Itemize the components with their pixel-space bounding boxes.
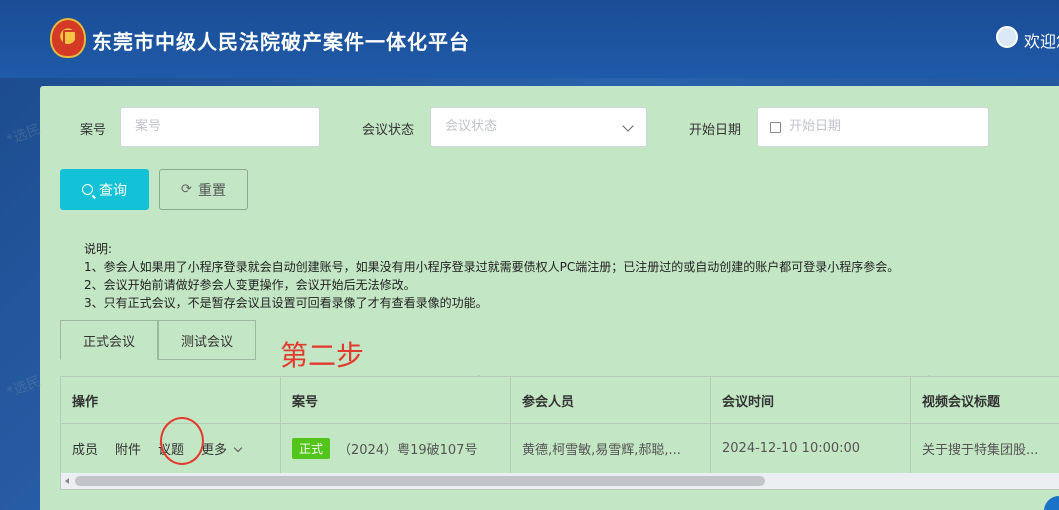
horizontal-scrollbar[interactable]	[61, 473, 1059, 489]
query-button[interactable]: 查询	[60, 169, 149, 210]
column-header: 操作	[61, 377, 281, 424]
scroll-thumb[interactable]	[75, 476, 765, 486]
table-cell-title: 关于搜于特集团股...	[922, 443, 1039, 458]
start-date-placeholder: 开始日期	[789, 119, 842, 134]
instructions-title: 说明:	[84, 242, 113, 256]
more-dropdown[interactable]: 更多	[201, 439, 243, 458]
members-link[interactable]: 成员	[72, 439, 98, 458]
chevron-down-icon	[233, 443, 243, 453]
reset-button-label: 重置	[197, 182, 226, 199]
annotation-step-two: 第二步	[280, 339, 365, 372]
case-no-input-wrap[interactable]	[120, 107, 320, 147]
more-label: 更多	[201, 443, 228, 458]
instructions-line: 1、参会人如果用了小程序登录就会自动创建账号，如果没有用小程序登录过就需要债权人…	[84, 260, 900, 274]
case-no-value: （2024）粤19破107号	[338, 443, 478, 458]
start-date-label: 开始日期	[689, 123, 742, 138]
table-cell-attendees: 黄德,柯雪敏,易雪辉,郝聪,...	[511, 424, 711, 473]
start-date-input[interactable]: 开始日期	[757, 107, 989, 147]
refresh-icon: ⟳	[181, 182, 192, 197]
table-cell-time: 2024-12-10 10:00:00	[711, 424, 911, 473]
status-label: 会议状态	[362, 123, 415, 138]
column-header: 参会人员	[511, 377, 711, 424]
case-no-input[interactable]	[135, 108, 305, 145]
instructions-line: 2、会议开始前请做好参会人变更操作，会议开始后无法修改。	[84, 278, 416, 292]
status-placeholder: 会议状态	[445, 119, 498, 134]
instructions-line: 3、只有正式会议，不是暂存会议且设置可回看录像了才有查看录像的功能。	[84, 296, 488, 310]
chevron-down-icon	[622, 120, 634, 132]
tab-formal-meeting[interactable]: 正式会议	[60, 320, 159, 360]
search-icon	[82, 184, 93, 195]
court-emblem-icon	[50, 18, 86, 58]
column-header: 会议时间	[711, 377, 911, 424]
watermark: *选民	[4, 121, 44, 149]
header-bar: 东莞市中级人民法院破产案件一体化平台 欢迎您	[0, 0, 1059, 78]
reset-button[interactable]: ⟳ 重置	[159, 169, 248, 210]
table-cell-case-no: 正式 （2024）粤19破107号	[281, 424, 511, 473]
case-no-label: 案号	[80, 123, 107, 138]
query-button-label: 查询	[99, 182, 127, 199]
user-avatar-icon[interactable]	[996, 26, 1018, 48]
calendar-icon	[770, 122, 781, 133]
scroll-left-icon[interactable]	[65, 478, 69, 484]
column-header: 视频会议标题	[911, 377, 1059, 424]
meeting-table: 操作 案号 参会人员 会议时间 视频会议标题 成员 附件 议题 更多 正式 （2…	[60, 376, 1059, 490]
instructions: 说明: 1、参会人如果用了小程序登录就会自动创建账号，如果没有用小程序登录过就需…	[84, 240, 899, 312]
annotation-circle	[160, 417, 204, 465]
attachments-link[interactable]: 附件	[115, 439, 141, 458]
column-header: 案号	[281, 377, 511, 424]
meeting-tabs: 正式会议 测试会议	[60, 320, 257, 360]
welcome-text[interactable]: 欢迎您	[1024, 28, 1059, 52]
tab-test-meeting[interactable]: 测试会议	[158, 320, 257, 360]
site-title: 东莞市中级人民法院破产案件一体化平台	[92, 30, 470, 54]
status-badge: 正式	[292, 438, 331, 459]
watermark: *选民	[4, 373, 44, 401]
status-select[interactable]: 会议状态	[430, 107, 647, 147]
